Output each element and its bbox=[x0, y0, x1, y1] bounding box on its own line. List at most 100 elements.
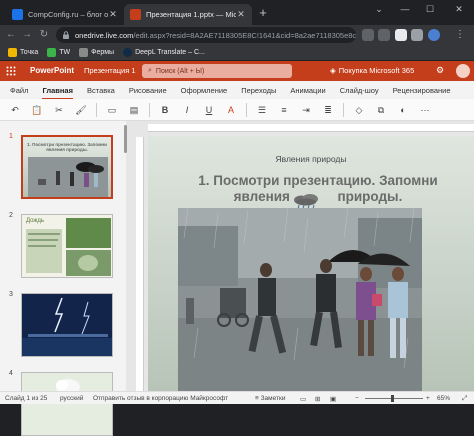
tab-animations[interactable]: Анимации bbox=[290, 86, 325, 95]
forward-icon[interactable]: → bbox=[20, 28, 34, 42]
toolbar-divider bbox=[149, 102, 150, 117]
bookmark-deepl[interactable]: DeepL Translate – С... bbox=[123, 48, 205, 57]
tab-review[interactable]: Рецензирование bbox=[393, 86, 451, 95]
powerpoint-favicon-icon bbox=[130, 9, 141, 20]
slide-number: 1 bbox=[9, 133, 13, 140]
bullets-icon[interactable]: ☰ bbox=[255, 103, 269, 117]
bookmark-tochka[interactable]: Точка bbox=[8, 48, 38, 57]
slide-thumbnail-1[interactable]: 1. Посмотри презентацию. Запомни явления… bbox=[21, 135, 113, 199]
url-input[interactable]: onedrive.live.com /edit.aspx?resid=8A2AE… bbox=[56, 27, 356, 43]
slide-thumbnail-2[interactable]: Дождь bbox=[21, 214, 113, 278]
tab-home[interactable]: Главная bbox=[42, 86, 73, 100]
zoom-level[interactable]: 65% bbox=[437, 395, 450, 402]
zoom-out-icon[interactable]: − bbox=[355, 395, 359, 402]
slide-category-text[interactable]: Явления природы bbox=[148, 154, 474, 164]
menu-dots-icon[interactable]: ⋮ bbox=[454, 29, 466, 41]
tab-title: CompConfig.ru – блог о настро bbox=[28, 10, 108, 19]
settings-gear-icon[interactable]: ⚙ bbox=[436, 65, 444, 76]
slide-thumbnail-4[interactable] bbox=[21, 372, 113, 436]
cut-icon[interactable]: ✂ bbox=[52, 103, 66, 117]
align-icon[interactable]: ≣ bbox=[321, 103, 335, 117]
bold-icon[interactable]: B bbox=[158, 103, 172, 117]
slide-thumbnail-pane: 1 1. Посмотри презентацию. Запомни явлен… bbox=[0, 121, 127, 436]
zoom-slider-thumb[interactable] bbox=[391, 395, 394, 402]
maximize-icon[interactable]: ☐ bbox=[423, 4, 437, 15]
new-tab-icon[interactable]: + bbox=[256, 6, 270, 20]
url-path: /edit.aspx?resid=8A2AE7118305E8C!1641&ci… bbox=[133, 30, 356, 40]
profile-avatar-icon[interactable] bbox=[428, 29, 440, 41]
bookmark-label: Точка bbox=[20, 49, 39, 56]
format-painter-icon[interactable]: 🖌 bbox=[74, 103, 88, 117]
toolbar-divider bbox=[96, 102, 97, 117]
undo-icon[interactable]: ↶ bbox=[8, 103, 22, 117]
ribbon-tabs: Файл Главная Вставка Рисование Оформлени… bbox=[0, 81, 474, 100]
app-launcher-icon[interactable] bbox=[6, 66, 16, 76]
slide-thumbnail-3[interactable] bbox=[21, 293, 113, 357]
back-icon[interactable]: ← bbox=[4, 28, 18, 42]
bookmarks-bar: Точка TW Фермы DeepL Translate – С... bbox=[0, 45, 474, 61]
tab-slideshow[interactable]: Слайд-шоу bbox=[340, 86, 379, 95]
close-window-icon[interactable]: ✕ bbox=[452, 4, 466, 15]
fit-to-window-icon[interactable]: ⤢ bbox=[462, 395, 467, 403]
arrange-icon[interactable]: ⧉ bbox=[374, 103, 388, 117]
feedback-link[interactable]: Отправить отзыв в корпорацию Майкрософт bbox=[93, 395, 228, 402]
bookmark-fermy[interactable]: Фермы bbox=[79, 48, 114, 57]
rain-photo-art bbox=[178, 208, 422, 391]
notes-button[interactable]: ≡ Заметки bbox=[255, 395, 285, 402]
user-avatar[interactable] bbox=[456, 64, 470, 78]
bookmark-label: TW bbox=[59, 49, 71, 56]
reading-view-icon[interactable]: ▣ bbox=[330, 395, 336, 403]
zoom-slider[interactable] bbox=[365, 398, 423, 399]
slide-number: 2 bbox=[9, 212, 13, 219]
tab-title: Презентация 1.pptx — Microsof bbox=[146, 10, 236, 19]
more-options-icon[interactable]: ⋯ bbox=[418, 103, 432, 117]
search-input[interactable]: ⌕ Поиск (Alt + Ы) bbox=[142, 64, 292, 78]
powerpoint-titlebar: PowerPoint Презентация 1 ⌕ Поиск (Alt + … bbox=[0, 61, 474, 81]
buy-microsoft365-button[interactable]: ◈ Покупка Microsoft 365 bbox=[330, 66, 414, 75]
sorter-view-icon[interactable]: ⊞ bbox=[315, 395, 320, 403]
new-slide-icon[interactable]: ▭ bbox=[105, 103, 119, 117]
slide-heading-line1: 1. Посмотри презентацию. Запомни bbox=[198, 173, 438, 188]
tab-design[interactable]: Оформление bbox=[181, 86, 228, 95]
layout-icon[interactable]: ▤ bbox=[127, 103, 141, 117]
thumbnail-scrollbar[interactable] bbox=[124, 125, 127, 153]
browser-tab-compconfig[interactable]: CompConfig.ru – блог о настро ✕ bbox=[6, 4, 124, 25]
browser-tab-powerpoint[interactable]: Презентация 1.pptx — Microsof ✕ bbox=[124, 4, 252, 25]
horizontal-ruler bbox=[148, 124, 474, 132]
rain-photo[interactable] bbox=[178, 208, 422, 391]
puzzle-icon[interactable] bbox=[411, 29, 423, 41]
tab-search-chevron-icon[interactable]: ⌄ bbox=[372, 4, 386, 15]
tab-insert[interactable]: Вставка bbox=[87, 86, 115, 95]
zoom-in-icon[interactable]: + bbox=[426, 395, 430, 402]
bookmark-tw[interactable]: TW bbox=[47, 48, 70, 57]
italic-icon[interactable]: I bbox=[180, 103, 194, 117]
notes-icon: ≡ bbox=[255, 395, 259, 402]
shapes-icon[interactable]: ◇ bbox=[352, 103, 366, 117]
close-tab-icon[interactable]: ✕ bbox=[236, 9, 246, 20]
indent-icon[interactable]: ⇥ bbox=[299, 103, 313, 117]
tab-transitions[interactable]: Переходы bbox=[241, 86, 276, 95]
tw-icon bbox=[47, 48, 57, 57]
fill-icon[interactable]: ◐ bbox=[396, 103, 410, 117]
thumb-1-photo bbox=[28, 157, 108, 197]
underline-icon[interactable]: U bbox=[202, 103, 216, 117]
reload-icon[interactable]: ↻ bbox=[37, 28, 51, 42]
close-tab-icon[interactable]: ✕ bbox=[108, 9, 118, 20]
tab-file[interactable]: Файл bbox=[10, 86, 28, 95]
language[interactable]: русский bbox=[60, 395, 83, 402]
document-name[interactable]: Презентация 1 bbox=[84, 66, 136, 75]
slide-heading-word: природы. bbox=[337, 189, 403, 204]
bookmark-star-icon[interactable] bbox=[378, 29, 390, 41]
app-name[interactable]: PowerPoint bbox=[30, 66, 74, 75]
font-color-icon[interactable]: A bbox=[224, 103, 238, 117]
normal-view-icon[interactable]: ▭ bbox=[300, 395, 306, 403]
numbering-icon[interactable]: ≡ bbox=[277, 103, 291, 117]
extension-icon[interactable] bbox=[395, 29, 407, 41]
paste-icon[interactable]: 📋 bbox=[30, 103, 44, 117]
slide-canvas[interactable]: Явления природы 1. Посмотри презентацию.… bbox=[148, 136, 474, 391]
minimize-icon[interactable]: — bbox=[398, 4, 412, 14]
tab-draw[interactable]: Рисование bbox=[129, 86, 167, 95]
compconfig-favicon-icon bbox=[12, 9, 23, 20]
thumb-1-text: 1. Посмотри презентацию. Запомни явления… bbox=[27, 142, 107, 152]
share-icon[interactable] bbox=[362, 29, 374, 41]
